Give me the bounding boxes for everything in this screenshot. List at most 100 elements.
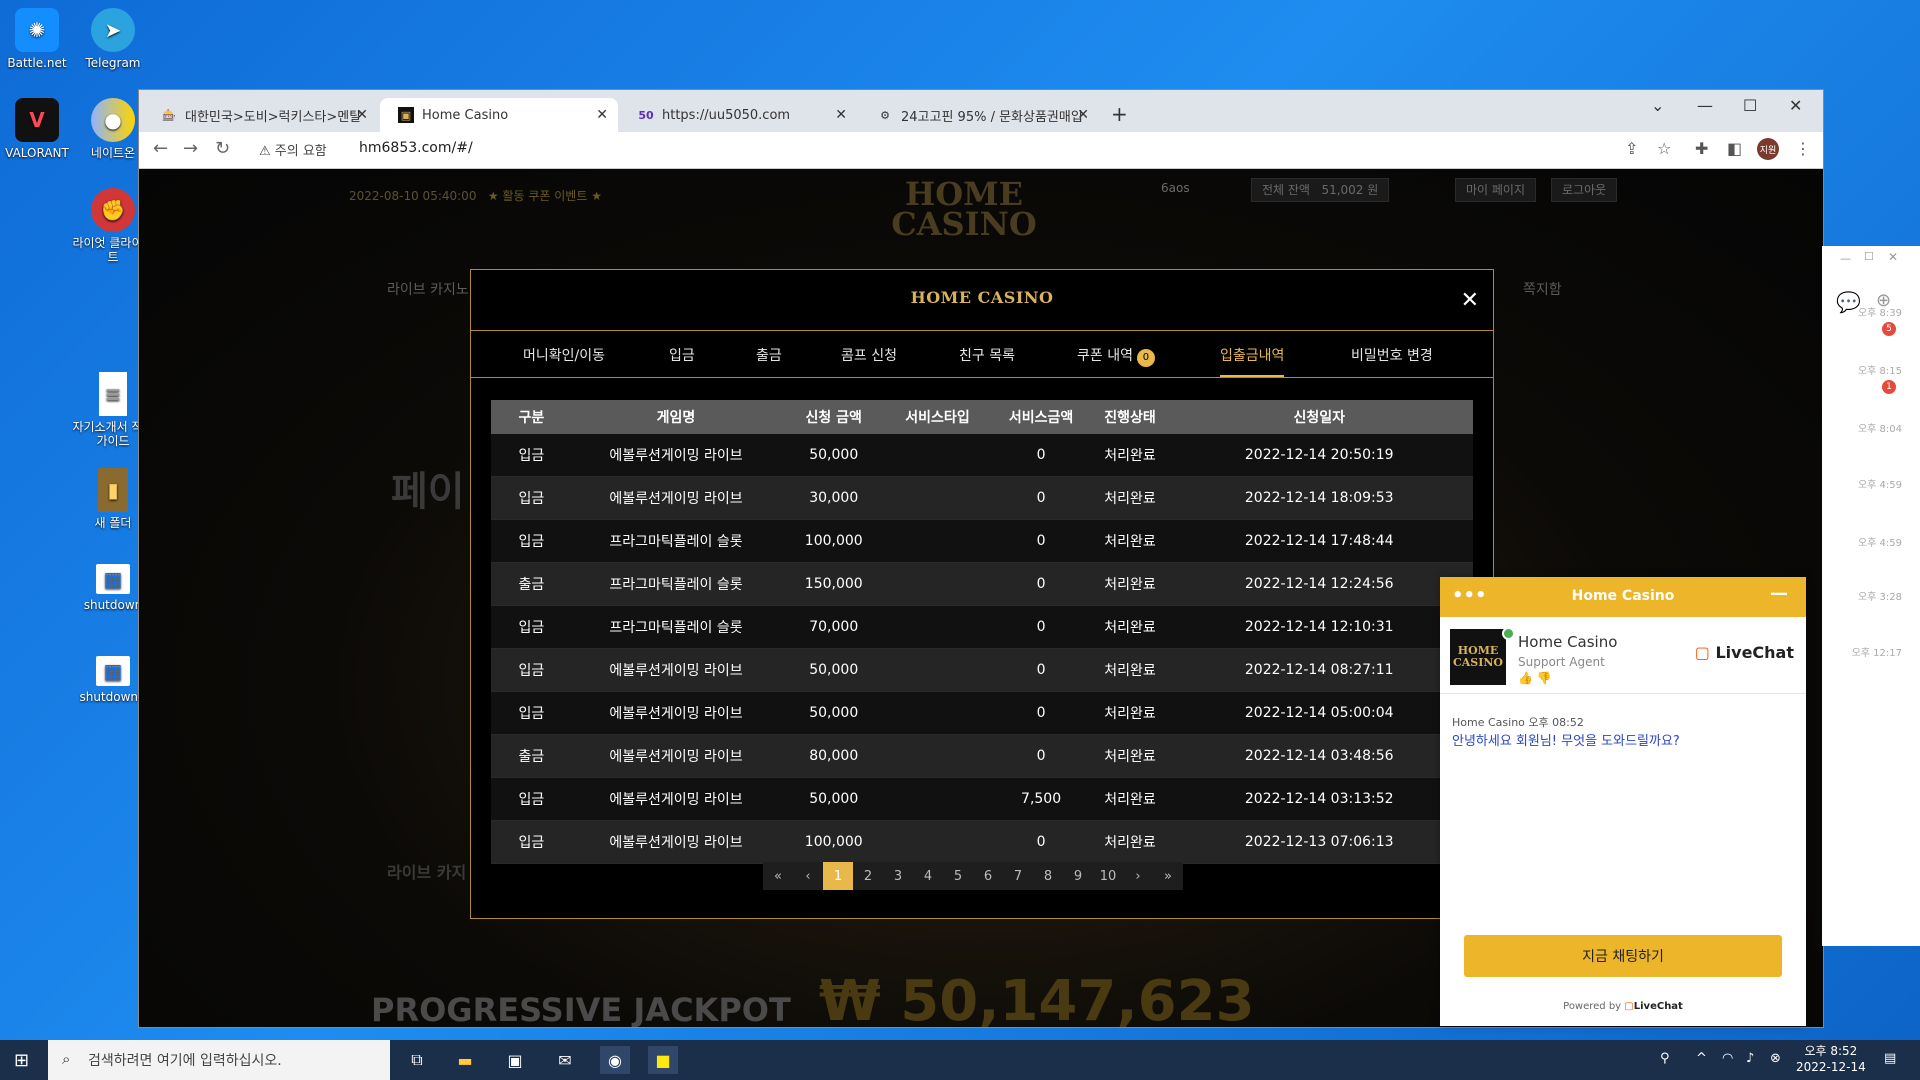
panel-minimize-icon[interactable]: — bbox=[1840, 252, 1851, 265]
page-button[interactable]: ‹ bbox=[793, 862, 823, 890]
chat-time[interactable]: 오후 4:59 bbox=[1858, 476, 1902, 491]
wifi-icon[interactable]: ◠ bbox=[1722, 1051, 1733, 1066]
panel-maximize-icon[interactable]: ☐ bbox=[1864, 250, 1874, 263]
tab-title: 대한민국>도비>럭키스타>멘탈 bbox=[185, 109, 362, 125]
tab-coupons[interactable]: 쿠폰 내역 0 bbox=[1077, 345, 1155, 367]
riot-icon: ✊ bbox=[91, 188, 135, 232]
new-tab-icon[interactable]: + bbox=[1111, 102, 1128, 126]
notification-mute-icon[interactable]: ⊗ bbox=[1770, 1051, 1781, 1066]
bookmark-star-icon[interactable]: ☆ bbox=[1657, 139, 1671, 158]
mail-icon[interactable]: ✉ bbox=[550, 1046, 580, 1074]
column-header: 서비스타입 bbox=[887, 400, 988, 434]
address-bar[interactable]: hm6853.com/#/ bbox=[359, 140, 473, 156]
page-button[interactable]: 1 bbox=[823, 862, 853, 890]
panel-close-icon[interactable]: ✕ bbox=[1888, 250, 1898, 264]
taskbar-clock[interactable]: 오후 8:52 2022-12-14 bbox=[1796, 1043, 1866, 1075]
tab-4[interactable]: ⚙ 24고고핀 95% / 문화상품권매입 ✕ bbox=[859, 98, 1099, 132]
tab-deposit[interactable]: 입금 bbox=[669, 345, 695, 365]
page-button[interactable]: 10 bbox=[1093, 862, 1123, 890]
tab-3[interactable]: 50 https://uu5050.com ✕ bbox=[620, 98, 857, 132]
chat-time[interactable]: 오후 8:39 bbox=[1858, 304, 1902, 319]
store-icon[interactable]: ▣ bbox=[500, 1046, 530, 1074]
share-icon[interactable]: ⇪ bbox=[1625, 139, 1638, 158]
table-cell: 에볼루션게이밍 라이브 bbox=[571, 648, 781, 692]
page-button[interactable]: 3 bbox=[883, 862, 913, 890]
tab-coupons-label: 쿠폰 내역 bbox=[1077, 348, 1133, 364]
back-icon[interactable]: ← bbox=[153, 138, 168, 159]
windows-start-icon[interactable]: ⊞ bbox=[14, 1050, 29, 1071]
logout-button[interactable]: 로그아웃 bbox=[1551, 178, 1618, 202]
page-button[interactable]: › bbox=[1123, 862, 1153, 890]
page-button[interactable]: 2 bbox=[853, 862, 883, 890]
nav-live-casino[interactable]: 라이브 카지노 bbox=[387, 279, 469, 299]
page-button[interactable]: 8 bbox=[1033, 862, 1063, 890]
kakaotalk-icon[interactable]: ■ bbox=[648, 1046, 678, 1074]
action-center-icon[interactable]: ▤ bbox=[1884, 1051, 1896, 1066]
minimize-icon[interactable]: — bbox=[1697, 96, 1713, 115]
tab-history[interactable]: 입출금내역 bbox=[1220, 345, 1285, 377]
chrome-icon[interactable]: ◉ bbox=[600, 1046, 630, 1074]
tab-friends[interactable]: 친구 목록 bbox=[959, 345, 1015, 365]
side-panel-icon[interactable]: ◧ bbox=[1727, 139, 1742, 158]
tab-2[interactable]: ▣ Home Casino ✕ bbox=[380, 98, 618, 132]
table-header: 구분 게임명 신청 금액 서비스타입 서비스금액 진행상태 신청일자 bbox=[491, 400, 1473, 434]
people-icon[interactable]: ⚲ bbox=[1660, 1051, 1670, 1066]
extensions-icon[interactable]: ✚ bbox=[1695, 139, 1708, 158]
table-cell: 2022-12-14 05:00:04 bbox=[1165, 691, 1473, 735]
page-button[interactable]: 7 bbox=[1003, 862, 1033, 890]
page-button[interactable]: 6 bbox=[973, 862, 1003, 890]
event-link[interactable]: ★ 활동 쿠폰 이벤트 ★ bbox=[488, 189, 602, 203]
task-view-icon[interactable]: ⧉ bbox=[402, 1046, 432, 1074]
chat-time[interactable]: 오후 8:04 bbox=[1858, 420, 1902, 435]
table-cell: 처리완료 bbox=[1094, 691, 1166, 735]
tab-comp[interactable]: 콤프 신청 bbox=[841, 345, 897, 365]
tab-withdraw[interactable]: 출금 bbox=[756, 345, 782, 365]
table-cell: 0 bbox=[987, 691, 1095, 735]
file-explorer-icon[interactable]: ▬ bbox=[450, 1046, 480, 1074]
tab-close-icon[interactable]: ✕ bbox=[835, 107, 847, 123]
table-row: 입금 프라그마틱플레이 슬롯 70,000 0 처리완료 2022-12-14 12:10… bbox=[491, 605, 1473, 649]
chat-time[interactable]: 오후 12:17 bbox=[1852, 644, 1902, 659]
maximize-icon[interactable]: ☐ bbox=[1743, 96, 1757, 115]
tab-password[interactable]: 비밀번호 변경 bbox=[1351, 345, 1433, 365]
mypage-button[interactable]: 마이 페이지 bbox=[1455, 178, 1537, 202]
page-button[interactable]: 4 bbox=[913, 862, 943, 890]
profile-avatar[interactable]: 지원 bbox=[1757, 138, 1779, 160]
tab-1[interactable]: 🎰 대한민국>도비>럭키스타>멘탈 ✕ bbox=[143, 98, 378, 132]
menu-icon[interactable]: ⋮ bbox=[1795, 139, 1811, 158]
chat-time[interactable]: 오후 3:28 bbox=[1858, 588, 1902, 603]
agent-name: Home Casino bbox=[1518, 633, 1618, 651]
tab-title: 24고고핀 95% / 문화상품권매입 bbox=[901, 109, 1083, 125]
tray-overflow-icon[interactable]: ^ bbox=[1696, 1051, 1707, 1066]
forward-icon[interactable]: → bbox=[183, 138, 198, 159]
table-cell: 처리완료 bbox=[1094, 820, 1166, 864]
close-window-icon[interactable]: ✕ bbox=[1789, 96, 1802, 115]
mypage-label: 마이 페이지 bbox=[1455, 178, 1537, 202]
tab-money-check[interactable]: 머니확인/이동 bbox=[523, 345, 605, 365]
minimize-chat-icon[interactable]: — bbox=[1770, 583, 1788, 604]
rating-icons[interactable]: 👍 👎 bbox=[1518, 671, 1552, 685]
start-chat-button[interactable]: 지금 채팅하기 bbox=[1464, 935, 1782, 977]
desktop-icon-telegram[interactable]: ➤ Telegram bbox=[68, 8, 158, 70]
tab-close-icon[interactable]: ✕ bbox=[1077, 107, 1089, 123]
table-cell: 처리완료 bbox=[1094, 434, 1166, 477]
balance-label: 전체 잔액 bbox=[1262, 183, 1310, 197]
volume-icon[interactable]: ♪ bbox=[1746, 1051, 1754, 1066]
reload-icon[interactable]: ↻ bbox=[215, 138, 230, 159]
security-warning[interactable]: ⚠ 주의 요함 bbox=[259, 140, 327, 159]
tab-search-icon[interactable]: ⌄ bbox=[1651, 96, 1664, 115]
taskbar-search[interactable]: ⌕ 검색하려면 여기에 입력하십시오. bbox=[48, 1040, 390, 1080]
chat-time[interactable]: 오후 4:59 bbox=[1858, 534, 1902, 549]
page-button[interactable]: 9 bbox=[1063, 862, 1093, 890]
nav-messages[interactable]: 쪽지함 bbox=[1523, 279, 1562, 299]
tab-close-icon[interactable]: ✕ bbox=[596, 107, 608, 123]
page-button[interactable]: « bbox=[763, 862, 793, 890]
site-logo[interactable]: HOME CASINO bbox=[879, 178, 1049, 269]
page-button[interactable]: 5 bbox=[943, 862, 973, 890]
chat-time[interactable]: 오후 8:15 bbox=[1858, 362, 1902, 377]
tab-close-icon[interactable]: ✕ bbox=[356, 107, 368, 123]
thumbs-up-icon[interactable]: 👍 bbox=[1518, 671, 1533, 685]
close-icon[interactable]: ✕ bbox=[1461, 288, 1479, 313]
thumbs-down-icon[interactable]: 👎 bbox=[1537, 671, 1552, 685]
page-button[interactable]: » bbox=[1153, 862, 1183, 890]
